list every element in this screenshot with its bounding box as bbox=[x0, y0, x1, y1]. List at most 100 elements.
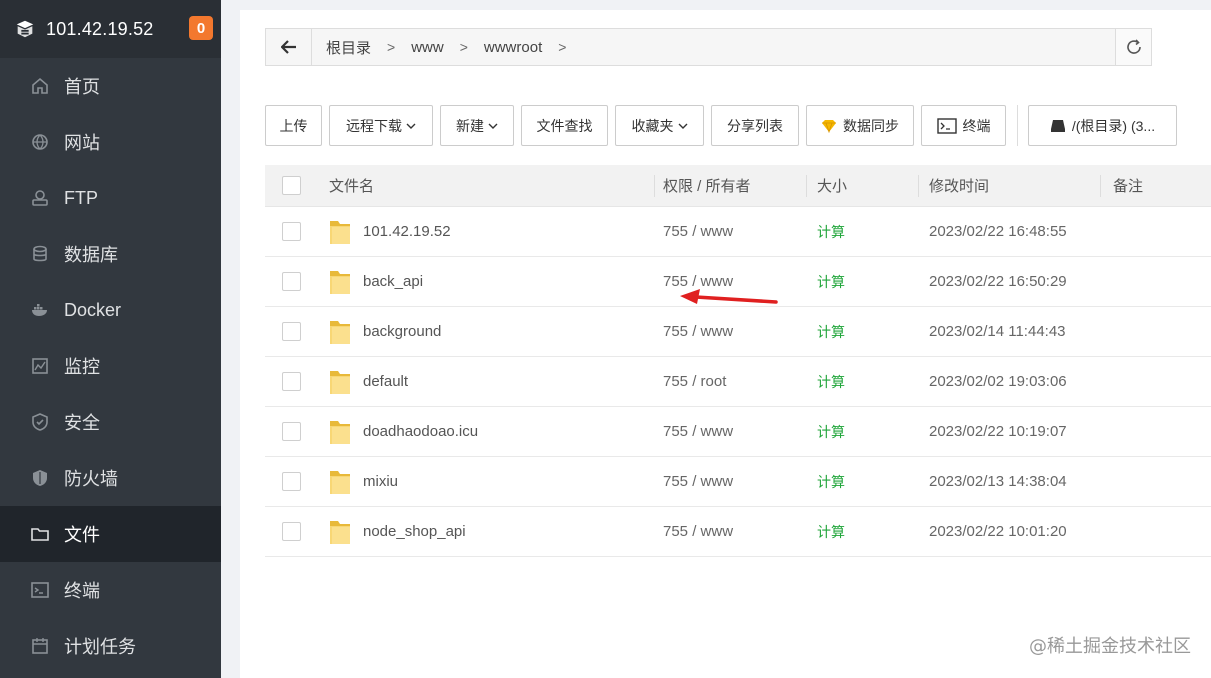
calc-size-link[interactable]: 计算 bbox=[817, 524, 845, 540]
file-name-cell[interactable]: 101.42.19.52 bbox=[317, 218, 655, 246]
data-sync-button[interactable]: 数据同步 bbox=[806, 105, 914, 146]
sidebar-item-home[interactable]: 首页 bbox=[0, 58, 221, 114]
sidebar-item-website[interactable]: 网站 bbox=[0, 114, 221, 170]
col-size[interactable]: 大小 bbox=[807, 165, 919, 207]
table-body: 101.42.19.52 755 / www 计算 2023/02/22 16:48:… bbox=[265, 207, 1211, 557]
permission-cell[interactable]: 755 / www bbox=[655, 523, 807, 540]
file-name[interactable]: mixiu bbox=[363, 473, 398, 490]
folder-icon bbox=[330, 270, 350, 294]
col-perm[interactable]: 权限 / 所有者 bbox=[655, 165, 807, 207]
row-checkbox[interactable] bbox=[281, 322, 301, 341]
file-name[interactable]: node_shop_api bbox=[363, 523, 466, 540]
row-checkbox[interactable] bbox=[281, 372, 301, 391]
size-cell: 计算 bbox=[807, 322, 919, 342]
file-name-cell[interactable]: background bbox=[317, 318, 655, 346]
row-checkbox[interactable] bbox=[281, 222, 301, 241]
file-name-cell[interactable]: node_shop_api bbox=[317, 518, 655, 546]
calc-size-link[interactable]: 计算 bbox=[817, 424, 845, 440]
select-all-checkbox[interactable] bbox=[281, 176, 301, 195]
permission-cell[interactable]: 755 / root bbox=[655, 373, 807, 390]
share-list-button[interactable]: 分享列表 bbox=[711, 105, 799, 146]
calc-size-link[interactable]: 计算 bbox=[817, 374, 845, 390]
row-checkbox[interactable] bbox=[281, 472, 301, 491]
disk-button[interactable]: /(根目录) (3... bbox=[1028, 105, 1177, 146]
crumb-wwwroot[interactable]: wwwroot bbox=[478, 39, 548, 56]
table-row[interactable]: mixiu 755 / www 计算 2023/02/13 14:38:04 bbox=[265, 457, 1211, 507]
folder-icon bbox=[330, 320, 350, 344]
calc-size-link[interactable]: 计算 bbox=[817, 324, 845, 340]
file-name-cell[interactable]: mixiu bbox=[317, 468, 655, 496]
chevron-right-icon[interactable]: > bbox=[548, 39, 576, 55]
file-name-cell[interactable]: back_api bbox=[317, 268, 655, 296]
size-cell: 计算 bbox=[807, 522, 919, 542]
back-button[interactable] bbox=[266, 29, 312, 65]
sidebar-item-monitor[interactable]: 监控 bbox=[0, 338, 221, 394]
table-row[interactable]: 101.42.19.52 755 / www 计算 2023/02/22 16:48:… bbox=[265, 207, 1211, 257]
table-row[interactable]: node_shop_api 755 / www 计算 2023/02/22 10:01… bbox=[265, 507, 1211, 557]
file-name[interactable]: default bbox=[363, 373, 408, 390]
sidebar-item-label: 安全 bbox=[64, 413, 100, 433]
refresh-button[interactable] bbox=[1115, 29, 1151, 65]
file-name[interactable]: doadhaodoao.icu bbox=[363, 423, 478, 440]
col-note[interactable]: 备注 bbox=[1101, 165, 1211, 207]
calc-size-link[interactable]: 计算 bbox=[817, 274, 845, 290]
crumb-root[interactable]: 根目录 bbox=[320, 37, 377, 58]
file-name-cell[interactable]: doadhaodoao.icu bbox=[317, 418, 655, 446]
crumb-www[interactable]: www bbox=[405, 39, 450, 56]
row-checkbox[interactable] bbox=[281, 522, 301, 541]
sidebar-item-label: FTP bbox=[64, 187, 98, 208]
permission-cell[interactable]: 755 / www bbox=[655, 223, 807, 240]
sidebar-item-database[interactable]: 数据库 bbox=[0, 226, 221, 282]
favorites-label: 收藏夹 bbox=[631, 117, 674, 134]
file-name[interactable]: 101.42.19.52 bbox=[363, 223, 451, 240]
table-row[interactable]: background 755 / www 计算 2023/02/14 11:44:43 bbox=[265, 307, 1211, 357]
new-label: 新建 bbox=[456, 117, 484, 134]
row-checkbox[interactable] bbox=[281, 272, 301, 291]
file-name-cell[interactable]: default bbox=[317, 368, 655, 396]
col-mtime[interactable]: 修改时间 bbox=[919, 165, 1101, 207]
refresh-icon bbox=[1126, 39, 1141, 54]
permission-cell[interactable]: 755 / www bbox=[655, 473, 807, 490]
file-search-button[interactable]: 文件查找 bbox=[521, 105, 608, 146]
sidebar-item-terminal[interactable]: 终端 bbox=[0, 562, 221, 618]
calendar-icon bbox=[30, 636, 50, 656]
favorites-button[interactable]: 收藏夹 bbox=[615, 105, 704, 146]
table-row[interactable]: default 755 / root 计算 2023/02/02 19:03:06 bbox=[265, 357, 1211, 407]
table-row[interactable]: doadhaodoao.icu 755 / www 计算 2023/02/22 10:… bbox=[265, 407, 1211, 457]
home-icon bbox=[30, 76, 50, 96]
sidebar: 101.42.19.52 0 首页 网站 FTP 数据库 Docker 监控 安… bbox=[0, 0, 221, 678]
permission-cell[interactable]: 755 / www bbox=[655, 323, 807, 340]
file-toolbar: 上传 远程下载 新建 文件查找 收藏夹 分享列表 数据同步 终端 /(根目录) … bbox=[265, 105, 1184, 146]
col-name[interactable]: 文件名 bbox=[317, 165, 655, 207]
folder-icon bbox=[330, 370, 350, 394]
col-perm-label: 权限 / 所有者 bbox=[663, 178, 751, 195]
sidebar-item-files[interactable]: 文件 bbox=[0, 506, 221, 562]
new-button[interactable]: 新建 bbox=[440, 105, 514, 146]
calc-size-link[interactable]: 计算 bbox=[817, 474, 845, 490]
size-cell: 计算 bbox=[807, 372, 919, 392]
col-name-label: 文件名 bbox=[329, 178, 375, 195]
terminal-label: 终端 bbox=[962, 117, 991, 134]
remote-download-button[interactable]: 远程下载 bbox=[329, 105, 433, 146]
terminal-button[interactable]: 终端 bbox=[921, 105, 1006, 146]
sidebar-item-label: 数据库 bbox=[64, 245, 118, 265]
row-checkbox-cell bbox=[265, 522, 317, 541]
permission-cell[interactable]: 755 / www bbox=[655, 423, 807, 440]
breadcrumb: 根目录 > www > wwwroot > bbox=[312, 37, 1115, 58]
sidebar-item-ftp[interactable]: FTP bbox=[0, 170, 221, 226]
sidebar-item-label: 监控 bbox=[64, 357, 100, 377]
sidebar-item-security[interactable]: 安全 bbox=[0, 394, 221, 450]
row-checkbox-cell bbox=[265, 472, 317, 491]
calc-size-link[interactable]: 计算 bbox=[817, 224, 845, 240]
notification-badge[interactable]: 0 bbox=[189, 16, 213, 40]
sidebar-item-cron[interactable]: 计划任务 bbox=[0, 618, 221, 674]
file-name[interactable]: back_api bbox=[363, 273, 423, 290]
file-name[interactable]: background bbox=[363, 323, 441, 340]
upload-button[interactable]: 上传 bbox=[265, 105, 322, 146]
sidebar-item-docker[interactable]: Docker bbox=[0, 282, 221, 338]
row-checkbox-cell bbox=[265, 272, 317, 291]
file-manager-panel: 根目录 > www > wwwroot > 上传 远程下载 新建 文件查找 收藏… bbox=[240, 10, 1211, 678]
row-checkbox[interactable] bbox=[281, 422, 301, 441]
select-all-cell bbox=[265, 165, 317, 207]
sidebar-item-firewall[interactable]: 防火墙 bbox=[0, 450, 221, 506]
